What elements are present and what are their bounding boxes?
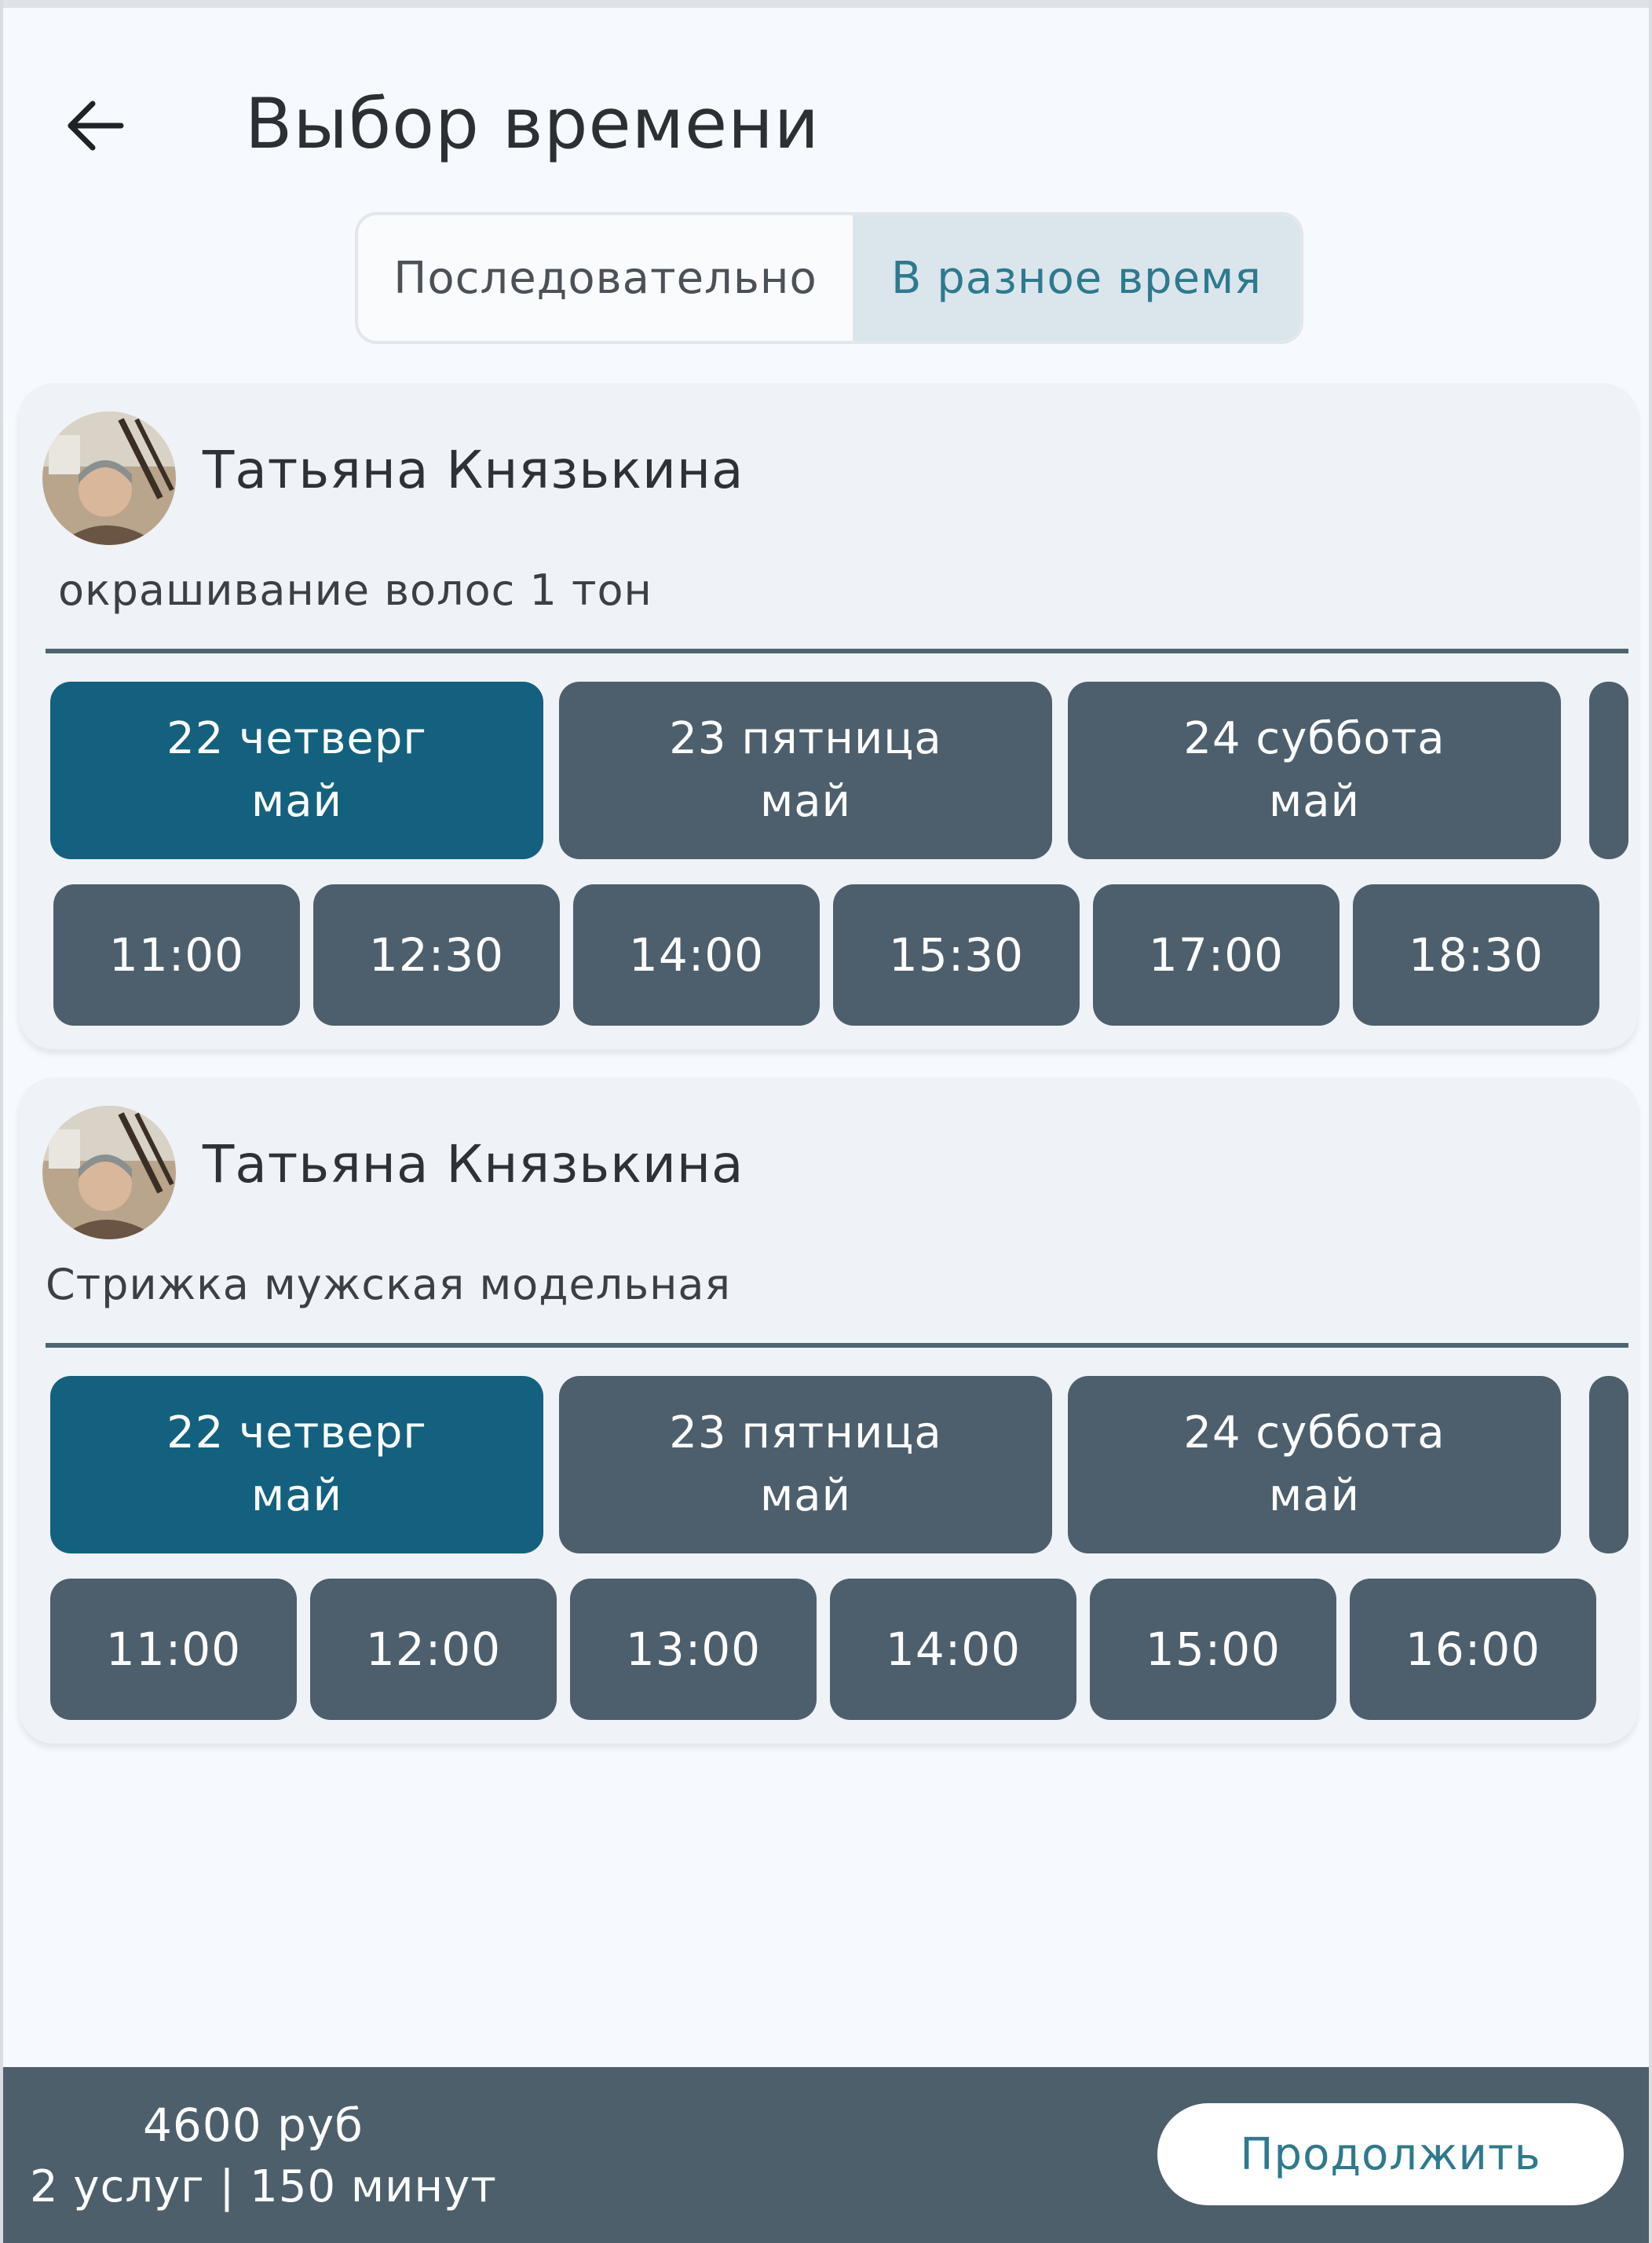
time-selection-screen: Выбор времени Последовательно В разное в… xyxy=(0,0,1652,2243)
toggle-sequential[interactable]: Последовательно xyxy=(358,215,853,341)
divider xyxy=(46,649,1628,653)
arrow-left-icon[interactable] xyxy=(64,94,127,157)
top-divider xyxy=(3,0,1649,8)
date-month: май xyxy=(760,776,851,827)
total-price: 4600 руб xyxy=(143,2098,364,2152)
booking-card: Татьяна Князькина Стрижка мужская модель… xyxy=(19,1078,1638,1744)
date-day: 23 пятница xyxy=(669,1407,942,1458)
app-header: Выбор времени xyxy=(3,31,1649,173)
date-day: 24 суббота xyxy=(1183,1407,1446,1458)
date-month: май xyxy=(1269,776,1360,827)
time-slot[interactable]: 17:00 xyxy=(1093,884,1340,1026)
date-month: май xyxy=(1269,1470,1360,1521)
service-name: Стрижка мужская модельная xyxy=(46,1260,731,1309)
date-carousel: 22 четверг май 23 пятница май 24 суббота… xyxy=(50,682,1628,859)
date-chip-24[interactable]: 24 суббота май xyxy=(1068,1376,1561,1553)
service-name: окрашивание волос 1 тон xyxy=(58,565,652,615)
date-chip-23[interactable]: 23 пятница май xyxy=(559,1376,1052,1553)
date-chip-next-partial[interactable] xyxy=(1589,1376,1628,1553)
date-chip-next-partial[interactable] xyxy=(1589,682,1628,859)
avatar xyxy=(42,1106,176,1239)
date-day: 22 четверг xyxy=(166,1407,427,1458)
time-slot[interactable]: 11:00 xyxy=(50,1579,297,1720)
services-summary: 2 услуг | 150 минут xyxy=(30,2161,497,2212)
continue-button[interactable]: Продолжить xyxy=(1157,2103,1624,2205)
page-title: Выбор времени xyxy=(245,83,820,164)
date-month: май xyxy=(251,776,342,827)
date-day: 23 пятница xyxy=(669,713,942,764)
booking-card: Татьяна Князькина окрашивание волос 1 то… xyxy=(19,383,1638,1049)
checkout-footer: 4600 руб 2 услуг | 150 минут Продолжить xyxy=(3,2067,1649,2243)
time-slot[interactable]: 15:30 xyxy=(833,884,1080,1026)
time-slot[interactable]: 11:00 xyxy=(53,884,300,1026)
time-slot[interactable]: 13:00 xyxy=(570,1579,817,1720)
time-slot[interactable]: 12:00 xyxy=(310,1579,557,1720)
date-chip-24[interactable]: 24 суббота май xyxy=(1068,682,1561,859)
master-name: Татьяна Князькина xyxy=(203,1134,744,1195)
date-month: май xyxy=(760,1470,851,1521)
time-slot[interactable]: 16:00 xyxy=(1350,1579,1596,1720)
date-month: май xyxy=(251,1470,342,1521)
time-slot[interactable]: 12:30 xyxy=(313,884,560,1026)
date-chip-23[interactable]: 23 пятница май xyxy=(559,682,1052,859)
divider xyxy=(46,1343,1628,1348)
date-day: 22 четверг xyxy=(166,713,427,764)
date-day: 24 суббота xyxy=(1183,713,1446,764)
avatar xyxy=(42,412,176,545)
time-slot[interactable]: 15:00 xyxy=(1090,1579,1336,1720)
date-carousel: 22 четверг май 23 пятница май 24 суббота… xyxy=(50,1376,1628,1553)
time-slot[interactable]: 14:00 xyxy=(830,1579,1076,1720)
time-slot[interactable]: 18:30 xyxy=(1353,884,1599,1026)
booking-mode-toggle: Последовательно В разное время xyxy=(355,212,1303,344)
toggle-different-time[interactable]: В разное время xyxy=(853,215,1300,341)
date-chip-22[interactable]: 22 четверг май xyxy=(50,682,543,859)
date-chip-22[interactable]: 22 четверг май xyxy=(50,1376,543,1553)
time-slot[interactable]: 14:00 xyxy=(573,884,820,1026)
master-name: Татьяна Князькина xyxy=(203,440,744,500)
